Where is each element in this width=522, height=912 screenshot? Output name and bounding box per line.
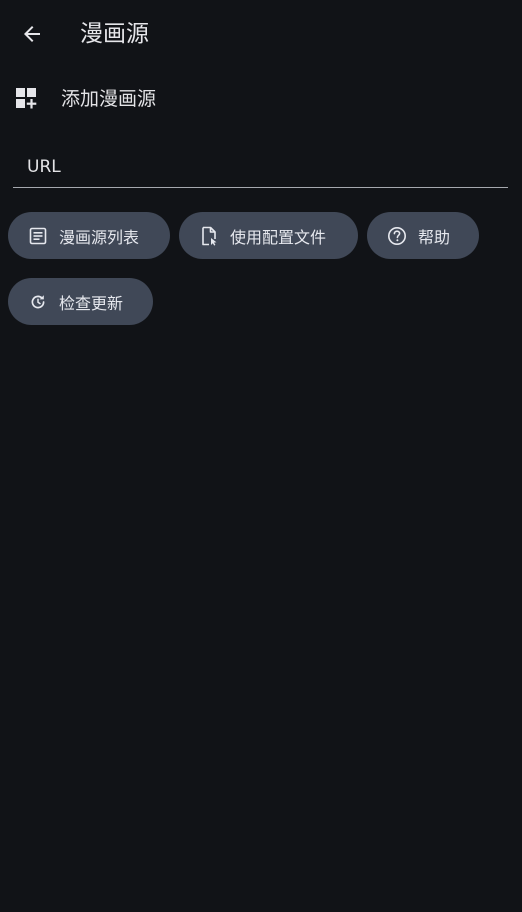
help-label: 帮助: [418, 227, 451, 247]
check-updates-button[interactable]: 检查更新: [8, 278, 153, 325]
help-button[interactable]: 帮助: [367, 212, 479, 259]
use-config-file-label: 使用配置文件: [230, 227, 327, 247]
url-input[interactable]: [13, 146, 508, 187]
url-field: [13, 146, 508, 188]
page-title: 漫画源: [80, 21, 149, 47]
arrow-left-icon: [24, 26, 40, 42]
add-widget-icon: [16, 88, 37, 109]
page: 漫画源 添加漫画源 漫画源列表: [0, 0, 522, 912]
use-config-file-button[interactable]: 使用配置文件: [179, 212, 358, 259]
refresh-icon: [28, 292, 48, 312]
add-source-header: 添加漫画源: [0, 80, 522, 118]
list-icon: [28, 226, 48, 246]
section-title: 添加漫画源: [61, 88, 157, 110]
check-updates-label: 检查更新: [59, 293, 124, 313]
app-bar: 漫画源: [0, 0, 522, 70]
source-list-label: 漫画源列表: [59, 227, 140, 247]
file-select-icon: [199, 226, 219, 246]
help-circle-icon: [387, 226, 407, 246]
source-list-button[interactable]: 漫画源列表: [8, 212, 170, 259]
back-button[interactable]: [12, 14, 52, 54]
